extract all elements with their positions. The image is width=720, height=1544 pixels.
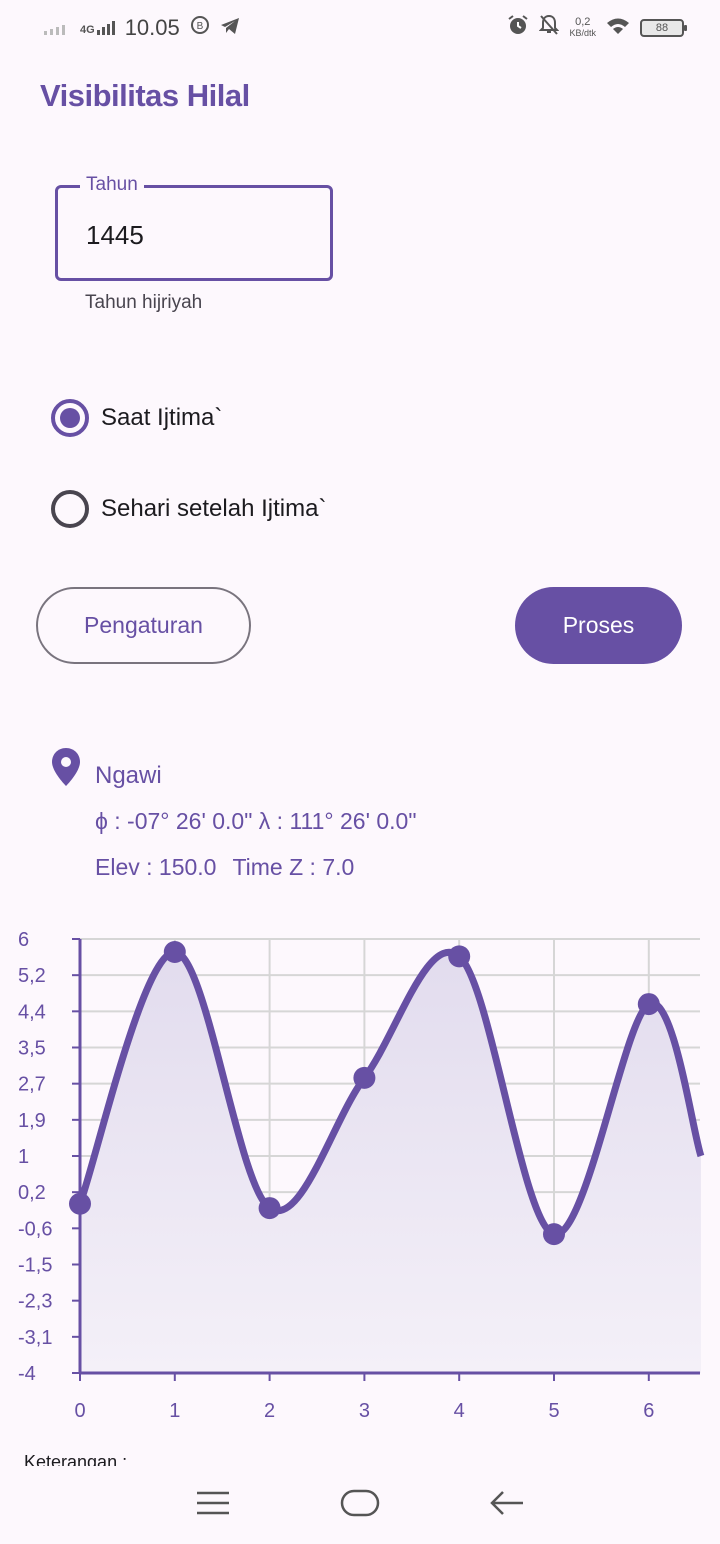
legend-note: Keterangan : bbox=[24, 1452, 128, 1466]
svg-text:B: B bbox=[196, 21, 203, 32]
alarm-icon bbox=[507, 14, 529, 42]
status-bar: 4G 10.05 B 0,2 KB/dtk 88 bbox=[0, 0, 720, 56]
network-type: 4G bbox=[80, 24, 95, 36]
menu-icon[interactable] bbox=[195, 1490, 231, 1521]
altitude-chart[interactable]: 6 5,2 4,4 3,5 2,7 1,9 1 0,2 -0,6 -1,5 -2,3 -3,1 -4 0 1… bbox=[0, 925, 720, 1435]
location-elev-row: Elev : 150.0 Time Z : 7.0 bbox=[95, 854, 354, 881]
data-point bbox=[163, 941, 186, 964]
location-pin-icon bbox=[52, 748, 80, 791]
x-tick-label: 2 bbox=[264, 1400, 275, 1422]
y-tick-label: 1 bbox=[18, 1146, 29, 1168]
network-4g-icon: 4G bbox=[80, 21, 115, 36]
y-tick-label: -1,5 bbox=[18, 1255, 52, 1277]
option-label: Sehari setelah Ijtima` bbox=[101, 495, 327, 522]
speed-unit: KB/dtk bbox=[569, 28, 596, 38]
data-point bbox=[637, 993, 660, 1016]
y-tick-label: 1,9 bbox=[18, 1110, 46, 1132]
y-tick-label: 0,2 bbox=[18, 1182, 46, 1204]
option-saat-ijtima[interactable]: Saat Ijtima` bbox=[51, 399, 222, 437]
radio-dot bbox=[60, 408, 80, 428]
speed-value: 0,2 bbox=[575, 16, 591, 28]
x-tick-label: 0 bbox=[74, 1400, 85, 1422]
y-tick-label: 4,4 bbox=[18, 1001, 46, 1023]
y-tick-label: -2,3 bbox=[18, 1291, 52, 1313]
b-app-icon: B bbox=[190, 15, 210, 41]
x-tick-label: 5 bbox=[548, 1400, 559, 1422]
x-tick-label: 3 bbox=[359, 1400, 370, 1422]
process-button[interactable]: Proses bbox=[515, 587, 682, 664]
y-tick-label: 5,2 bbox=[18, 965, 46, 987]
series-area bbox=[80, 952, 701, 1373]
data-point bbox=[258, 1197, 281, 1220]
option-sehari-setelah[interactable]: Sehari setelah Ijtima` bbox=[51, 490, 326, 528]
wifi-icon bbox=[606, 15, 630, 41]
y-tick-label: 6 bbox=[18, 929, 29, 951]
location-elev: Elev : 150.0 bbox=[95, 854, 217, 880]
data-point bbox=[69, 1192, 91, 1215]
signal-icon bbox=[44, 15, 70, 41]
y-tick-label: -3,1 bbox=[18, 1327, 52, 1349]
clock: 10.05 bbox=[124, 15, 180, 40]
data-point bbox=[353, 1066, 376, 1089]
y-tick-label: 2,7 bbox=[18, 1074, 46, 1096]
home-icon[interactable] bbox=[340, 1489, 380, 1522]
notifications-off-icon bbox=[539, 14, 560, 42]
battery-level: 88 bbox=[655, 22, 669, 34]
y-tick-label: -0,6 bbox=[18, 1218, 52, 1240]
year-field-helper: Tahun hijriyah bbox=[85, 292, 203, 313]
year-field[interactable]: Tahun bbox=[55, 174, 333, 281]
location-coords: ϕ : -07° 26' 0.0" λ : 111° 26' 0.0" bbox=[95, 808, 417, 834]
x-tick-label: 4 bbox=[454, 1400, 465, 1422]
y-tick-label: 3,5 bbox=[18, 1038, 46, 1060]
telegram-icon bbox=[220, 15, 240, 41]
system-nav-bar bbox=[0, 1466, 720, 1544]
location-name: Ngawi bbox=[95, 762, 162, 789]
data-point bbox=[448, 945, 471, 968]
option-label: Saat Ijtima` bbox=[101, 404, 223, 431]
x-tick-label: 1 bbox=[169, 1400, 180, 1422]
year-input[interactable] bbox=[86, 220, 306, 251]
y-tick-label: -4 bbox=[18, 1363, 36, 1385]
status-left: 4G 10.05 B bbox=[44, 15, 240, 41]
year-field-label: Tahun bbox=[80, 174, 144, 196]
x-tick-label: 6 bbox=[643, 1400, 654, 1422]
data-point bbox=[543, 1223, 565, 1246]
data-speed: 0,2 KB/dtk bbox=[569, 17, 596, 39]
radio-unchecked-icon[interactable] bbox=[51, 490, 89, 528]
radio-checked-icon[interactable] bbox=[51, 399, 89, 437]
settings-button[interactable]: Pengaturan bbox=[36, 587, 251, 664]
status-right: 0,2 KB/dtk 88 bbox=[507, 14, 687, 42]
page-title: Visibilitas Hilal bbox=[40, 78, 250, 113]
back-icon[interactable] bbox=[489, 1489, 525, 1522]
battery-icon: 88 bbox=[640, 19, 687, 37]
location-timezone: Time Z : 7.0 bbox=[232, 854, 355, 880]
